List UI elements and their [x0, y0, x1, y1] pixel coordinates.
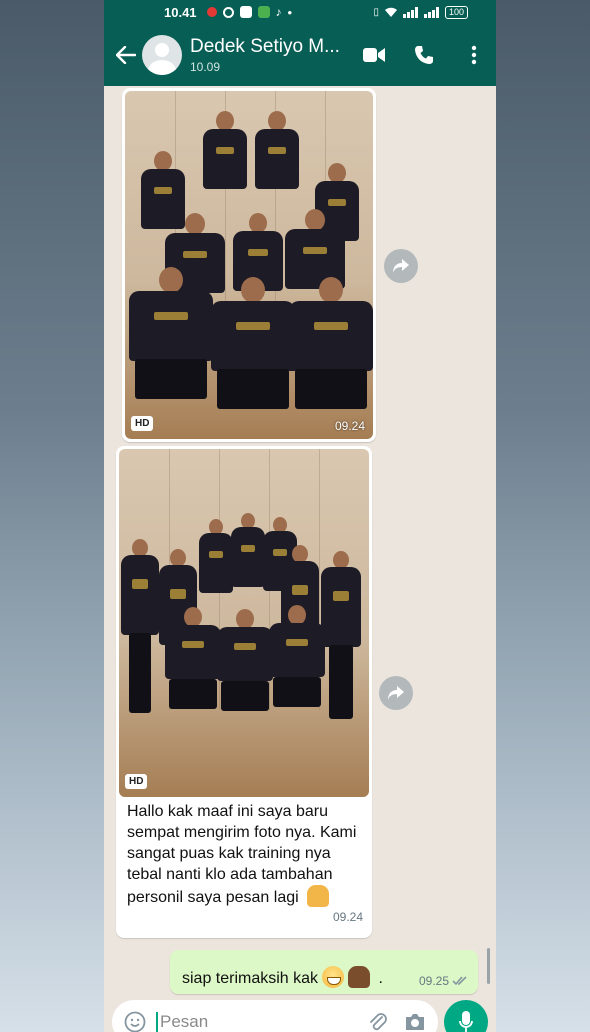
forward-icon[interactable] [379, 676, 413, 710]
phone-icon[interactable] [412, 43, 436, 67]
forward-icon[interactable] [384, 249, 418, 283]
back-arrow-icon[interactable] [114, 43, 138, 67]
whatsapp-chat-screen: 10.41 ♪ • ▯ 100 Dedek Setiyo M... 10.09 [104, 0, 496, 1032]
status-time: 10.41 [164, 4, 197, 20]
signal-icon [402, 6, 418, 18]
mic-icon [459, 1011, 473, 1032]
more-vert-icon[interactable] [462, 43, 486, 67]
composer-bar: Pesan [104, 1000, 496, 1032]
message-input[interactable]: Pesan [112, 1000, 438, 1032]
notification-icon [206, 7, 217, 17]
status-bar: 10.41 ♪ • ▯ 100 [104, 0, 496, 24]
attach-icon[interactable] [368, 1011, 388, 1032]
last-seen: 10.09 [190, 60, 221, 74]
wifi-icon [384, 7, 397, 17]
group-photo[interactable]: HD [119, 449, 369, 797]
vibrate-icon: ▯ [373, 6, 379, 18]
chat-header: Dedek Setiyo M... 10.09 [104, 24, 496, 86]
scrollbar[interactable] [487, 948, 490, 984]
folded-hands-emoji [348, 966, 371, 988]
double-check-icon [452, 976, 467, 986]
hd-badge: HD [125, 774, 148, 789]
folded-hands-emoji [307, 885, 330, 907]
emoji-icon[interactable] [124, 1011, 146, 1032]
message-list[interactable]: HD 09.24 HD Hallo kak maaf ini saya baru… [104, 86, 496, 1006]
app-icon [257, 6, 270, 18]
tiktok-icon: ♪ [275, 5, 282, 19]
app-icon [239, 6, 252, 18]
video-call-icon[interactable] [362, 43, 386, 67]
grinning-emoji [322, 966, 345, 988]
group-photo[interactable]: HD 09.24 [125, 91, 373, 439]
sync-icon [222, 6, 234, 18]
outgoing-message[interactable]: siap terimaksih kak . 09.25 [170, 950, 478, 994]
camera-icon[interactable] [404, 1012, 426, 1032]
image-message-with-caption[interactable]: HD Hallo kak maaf ini saya baru sempat m… [116, 446, 372, 938]
contact-name: Dedek Setiyo M... [190, 36, 340, 57]
message-time: 09.24 [334, 419, 365, 433]
mic-button[interactable] [444, 1000, 488, 1032]
message-caption: Hallo kak maaf ini saya baru sempat meng… [127, 803, 357, 907]
message-time: 09.25 [418, 974, 449, 988]
signal-icon [423, 6, 439, 18]
message-time: 09.24 [332, 910, 363, 924]
dot-icon: • [287, 4, 293, 20]
hd-badge: HD [131, 416, 154, 431]
contact-info[interactable]: Dedek Setiyo M... 10.09 [190, 36, 352, 74]
avatar[interactable] [142, 35, 182, 75]
message-text: siap terimaksih kak . [182, 966, 383, 988]
message-placeholder: Pesan [156, 1012, 368, 1032]
battery-indicator: 100 [444, 5, 468, 19]
image-message[interactable]: HD 09.24 [122, 88, 376, 442]
